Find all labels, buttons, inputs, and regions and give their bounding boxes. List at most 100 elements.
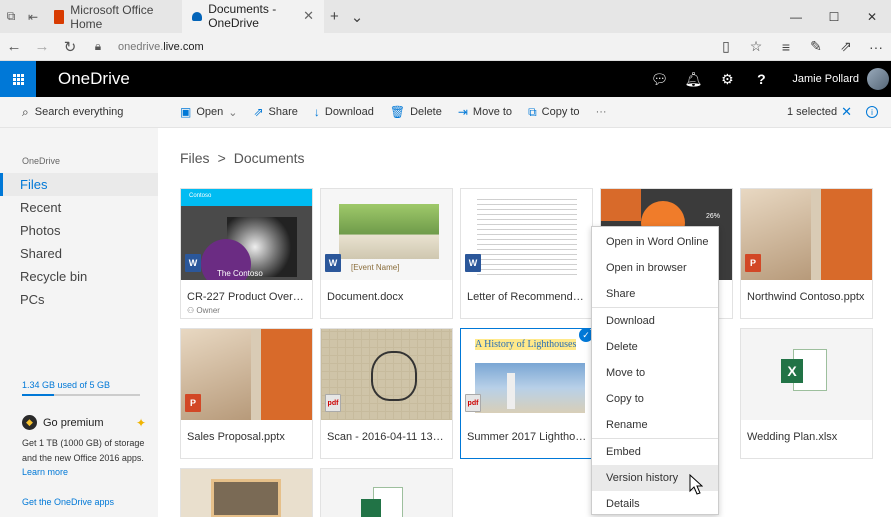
new-tab-icon[interactable]: + xyxy=(324,0,345,33)
help-icon[interactable]: ? xyxy=(744,71,778,87)
search-placeholder: Search everything xyxy=(34,106,124,118)
learn-more-link[interactable]: Learn more xyxy=(22,467,146,477)
file-tile[interactable]: [Event Name] W Document.docx xyxy=(320,188,453,319)
feedback-icon[interactable]: 💬︎ xyxy=(642,71,676,88)
open-button[interactable]: ▣ Open ⌄ xyxy=(158,97,245,128)
file-name: CR-227 Product Overvi... xyxy=(187,291,309,303)
file-tile[interactable]: W Letter of Recommendat... xyxy=(460,188,593,319)
breadcrumb-files[interactable]: Files xyxy=(180,150,210,166)
file-tile[interactable]: P Northwind Contoso.pptx xyxy=(740,188,873,319)
menu-item-open-in-browser[interactable]: Open in browser xyxy=(592,255,718,281)
menu-item-delete[interactable]: Delete xyxy=(592,334,718,360)
clear-selection-icon[interactable]: ✕ xyxy=(841,104,852,120)
reading-view-icon[interactable]: ▯ xyxy=(711,38,741,55)
pdf-file-icon: pdf xyxy=(465,394,481,412)
move-to-button[interactable]: ⇥ Move to xyxy=(450,97,520,128)
copy-to-label: Copy to xyxy=(541,106,580,118)
url-domain: live.com xyxy=(163,40,204,53)
menu-item-download[interactable]: Download xyxy=(592,308,718,334)
address-bar: ← → ↻ 🔒︎ onedrive.live.com ▯ ☆ ≡ ✎ ⇗ ··· xyxy=(0,33,891,61)
app-launcher-icon[interactable] xyxy=(0,61,36,97)
url-field[interactable]: onedrive.live.com xyxy=(118,41,204,53)
file-thumbnail: X xyxy=(741,329,872,420)
sidebar-item-recycle-bin[interactable]: Recycle bin xyxy=(0,265,158,288)
file-thumbnail: P xyxy=(181,329,312,420)
favorite-star-icon[interactable]: ☆ xyxy=(741,38,771,55)
search-input[interactable]: ⌕ Search everything xyxy=(0,97,158,128)
pdf-file-icon: pdf xyxy=(325,394,341,412)
more-commands-button[interactable]: ··· xyxy=(588,97,615,128)
sidebar-item-shared[interactable]: Shared xyxy=(0,242,158,265)
minimize-icon[interactable]: — xyxy=(777,0,815,33)
get-apps-link[interactable]: Get the OneDrive apps xyxy=(22,497,114,507)
browser-tab-office[interactable]: Microsoft Office Home xyxy=(44,0,182,33)
share-icon[interactable]: ⇗ xyxy=(831,38,861,55)
close-tab-icon[interactable]: ✕ xyxy=(303,8,314,24)
sidebar-item-pcs[interactable]: PCs xyxy=(0,288,158,311)
file-tile[interactable]: P Sales Proposal.pptx xyxy=(180,328,313,459)
menu-item-move-to[interactable]: Move to xyxy=(592,360,718,386)
word-file-icon: W xyxy=(465,254,481,272)
file-name: Letter of Recommendat... xyxy=(467,291,589,303)
back-icon[interactable]: ← xyxy=(0,38,28,55)
sidebar-item-recent[interactable]: Recent xyxy=(0,196,158,219)
refresh-icon[interactable]: ↻ xyxy=(56,38,84,56)
file-name: Wedding Plan.xlsx xyxy=(747,431,838,443)
settings-gear-icon[interactable]: ⚙ xyxy=(710,71,744,88)
user-name[interactable]: Jamie Pollard xyxy=(792,73,859,85)
lock-icon: 🔒︎ xyxy=(94,39,102,53)
menu-item-rename[interactable]: Rename xyxy=(592,412,718,438)
notifications-bell-icon[interactable]: 🔔︎ xyxy=(676,71,710,88)
delete-button[interactable]: 🗑︎ Delete xyxy=(382,97,450,128)
tab-label: Microsoft Office Home xyxy=(70,2,154,31)
trash-icon: 🗑︎ xyxy=(389,105,406,119)
browser-tab-onedrive[interactable]: Documents - OneDrive ✕ xyxy=(182,0,324,33)
close-window-icon[interactable]: ✕ xyxy=(853,0,891,33)
menu-item-share[interactable]: Share xyxy=(592,281,718,307)
file-name: Northwind Contoso.pptx xyxy=(747,291,865,303)
maximize-icon[interactable]: ☐ xyxy=(815,0,853,33)
tab-preview-icon[interactable]: ⧉ xyxy=(0,0,22,33)
share-icon: ⇗ xyxy=(253,105,264,119)
tab-list-chevron-icon[interactable]: ⌄ xyxy=(345,0,370,33)
more-icon[interactable]: ··· xyxy=(861,39,891,55)
forward-icon[interactable]: → xyxy=(28,38,56,55)
file-name: Document.docx xyxy=(327,291,404,303)
info-icon[interactable]: i xyxy=(866,106,878,118)
sparkle-icon: ✦ xyxy=(135,415,146,430)
download-button[interactable]: ↓ Download xyxy=(306,97,382,128)
sidebar-item-files[interactable]: Files xyxy=(0,173,158,196)
file-tile[interactable]: Contoso The Contoso W CR-227 Product Ove… xyxy=(180,188,313,319)
file-tile[interactable] xyxy=(180,468,313,517)
avatar[interactable] xyxy=(867,68,889,90)
excel-icon: X xyxy=(781,359,803,383)
file-tile[interactable] xyxy=(320,468,453,517)
powerpoint-file-icon: P xyxy=(185,394,201,412)
menu-item-embed[interactable]: Embed xyxy=(592,439,718,465)
download-label: Download xyxy=(324,106,374,118)
mouse-cursor-icon xyxy=(689,474,703,495)
thumb-event-text: [Event Name] xyxy=(351,263,400,272)
web-note-icon[interactable]: ✎ xyxy=(801,38,831,55)
file-tile[interactable]: pdf Scan - 2016-04-11 13_5... xyxy=(320,328,453,459)
set-aside-tabs-icon[interactable]: ⇤ xyxy=(22,0,44,33)
storage-usage-link[interactable]: 1.34 GB used of 5 GB xyxy=(22,380,110,390)
move-icon: ⇥ xyxy=(457,105,468,119)
hub-icon[interactable]: ≡ xyxy=(771,39,801,55)
sidebar-item-photos[interactable]: Photos xyxy=(0,219,158,242)
copy-to-button[interactable]: ⧉ Copy to xyxy=(520,97,588,128)
powerpoint-file-icon: P xyxy=(745,254,761,272)
menu-item-copy-to[interactable]: Copy to xyxy=(592,386,718,412)
app-title[interactable]: OneDrive xyxy=(58,69,130,89)
premium-title: Go premium xyxy=(43,416,104,429)
diamond-icon: ◆ xyxy=(22,415,37,430)
word-file-icon: W xyxy=(325,254,341,272)
menu-item-open-word-online[interactable]: Open in Word Online xyxy=(592,229,718,255)
move-to-label: Move to xyxy=(472,106,513,118)
thumb-title-text: The Contoso xyxy=(217,269,263,278)
browser-tab-bar: ⧉ ⇤ Microsoft Office Home Documents - On… xyxy=(0,0,891,33)
file-thumbnail: Contoso The Contoso W xyxy=(181,189,312,280)
share-button[interactable]: ⇗ Share xyxy=(245,97,305,128)
file-tile[interactable]: X Wedding Plan.xlsx xyxy=(740,328,873,459)
file-tile-selected[interactable]: A History of Lighthouses pdf ✓ Summer 20… xyxy=(460,328,593,459)
